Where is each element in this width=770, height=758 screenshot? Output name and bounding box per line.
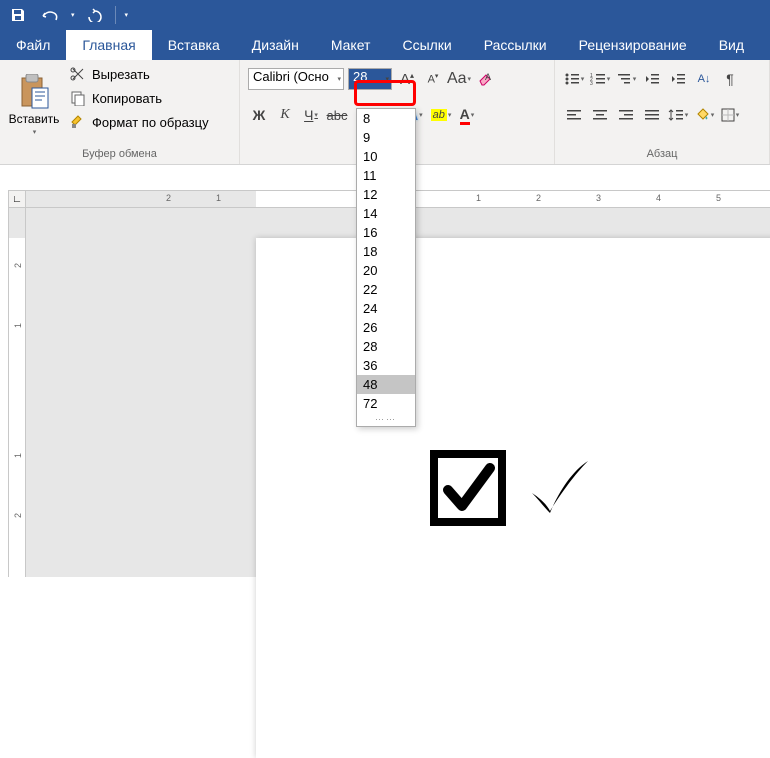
font-size-option[interactable]: 48 [357,375,415,394]
font-size-option[interactable]: 8 [357,109,415,128]
align-center-button[interactable] [589,104,611,126]
numbering-icon: 123 [590,72,606,86]
tab-selector[interactable]: ∟ [8,190,26,208]
tab-references[interactable]: Ссылки [386,30,467,60]
format-painter-label: Формат по образцу [92,115,209,130]
tab-mailings[interactable]: Рассылки [468,30,563,60]
tab-file[interactable]: Файл [0,30,66,60]
copy-icon [70,90,86,106]
bucket-icon [694,108,710,122]
font-size-option[interactable]: 10 [357,147,415,166]
numbering-button[interactable]: 123▾ [589,68,611,90]
borders-icon [721,108,735,122]
dropdown-resize-handle[interactable]: ⋯⋯ [357,413,415,426]
scissors-icon [70,66,86,82]
paste-label: Вставить [9,112,60,126]
cut-label: Вырезать [92,67,150,82]
checkbox-checked-icon [430,450,506,526]
show-marks-button[interactable]: ¶ [719,68,741,90]
font-size-option[interactable]: 24 [357,299,415,318]
format-painter-button[interactable]: Формат по образцу [66,112,213,132]
group-clipboard-label: Буфер обмена [6,146,233,162]
italic-button[interactable]: К [274,104,296,126]
paste-button[interactable]: Вставить ▾ [6,64,62,146]
align-right-button[interactable] [615,104,637,126]
grow-font-button[interactable]: A▴ [396,68,418,90]
copy-label: Копировать [92,91,162,106]
justify-icon [645,109,659,121]
brush-icon [70,114,86,130]
tab-home[interactable]: Главная [66,30,151,60]
ribbon-tabs: Файл Главная Вставка Дизайн Макет Ссылки… [0,30,770,60]
redo-button[interactable] [83,3,107,27]
document-content-checkmarks [430,450,594,526]
font-size-option[interactable]: 72 [357,394,415,413]
tab-insert[interactable]: Вставка [152,30,236,60]
spacing-icon [668,108,684,122]
outdent-icon [644,72,660,86]
bullets-button[interactable]: ▾ [563,68,585,90]
increase-indent-button[interactable] [667,68,689,90]
svg-text:A: A [485,72,491,82]
strike-button[interactable]: abc [326,104,348,126]
font-size-option[interactable]: 36 [357,356,415,375]
change-case-button[interactable]: Aa▾ [448,68,470,90]
clear-format-button[interactable]: A [474,68,496,90]
svg-text:3: 3 [590,81,593,86]
undo-button[interactable] [38,3,62,27]
copy-button[interactable]: Копировать [66,88,213,108]
font-name-combo[interactable]: Calibri (Осно ▾ [248,68,344,90]
tab-design[interactable]: Дизайн [236,30,315,60]
font-size-option[interactable]: 20 [357,261,415,280]
tab-view[interactable]: Вид [703,30,760,60]
save-button[interactable] [6,3,30,27]
bold-button[interactable]: Ж [248,104,270,126]
checkmark-icon [524,453,594,523]
group-clipboard: Вставить ▾ Вырезать Копировать Формат по… [0,60,240,164]
group-paragraph-label: Абзац [561,146,763,162]
sort-button[interactable]: A↓ [693,68,715,90]
tab-layout[interactable]: Макет [315,30,387,60]
shading-button[interactable]: ▾ [693,104,715,126]
bullets-icon [564,72,580,86]
font-size-option[interactable]: 9 [357,128,415,147]
vertical-ruler[interactable]: 2 1 1 2 [8,208,26,577]
font-size-dropdown[interactable]: 891011121416182022242628364872⋯⋯ [356,108,416,427]
font-size-option[interactable]: 26 [357,318,415,337]
font-size-option[interactable]: 12 [357,185,415,204]
align-right-icon [619,109,633,121]
borders-button[interactable]: ▾ [719,104,741,126]
font-size-option[interactable]: 28 [357,337,415,356]
font-color-button[interactable]: A▾ [456,104,478,126]
font-size-option[interactable]: 11 [357,166,415,185]
font-size-option[interactable]: 14 [357,204,415,223]
line-spacing-button[interactable]: ▾ [667,104,689,126]
multilevel-button[interactable]: ▾ [615,68,637,90]
align-center-icon [593,109,607,121]
quick-access-toolbar: ▾ ▾ [0,0,770,30]
font-size-option[interactable]: 18 [357,242,415,261]
highlight-button[interactable]: ab▾ [430,104,452,126]
decrease-indent-button[interactable] [641,68,663,90]
cut-button[interactable]: Вырезать [66,64,213,84]
indent-icon [670,72,686,86]
eraser-icon: A [477,71,493,87]
underline-button[interactable]: Ч▾ [300,104,322,126]
font-size-option[interactable]: 16 [357,223,415,242]
paste-icon [18,74,50,110]
group-paragraph: ▾ 123▾ ▾ A↓ ¶ ▾ ▾ ▾ Абзац [555,60,770,164]
align-left-button[interactable] [563,104,585,126]
multilevel-icon [616,72,632,86]
align-left-icon [567,109,581,121]
shrink-font-button[interactable]: A▾ [422,68,444,90]
font-size-option[interactable]: 22 [357,280,415,299]
font-size-combo[interactable]: 28 ▾ [348,68,392,90]
tab-review[interactable]: Рецензирование [563,30,703,60]
justify-button[interactable] [641,104,663,126]
